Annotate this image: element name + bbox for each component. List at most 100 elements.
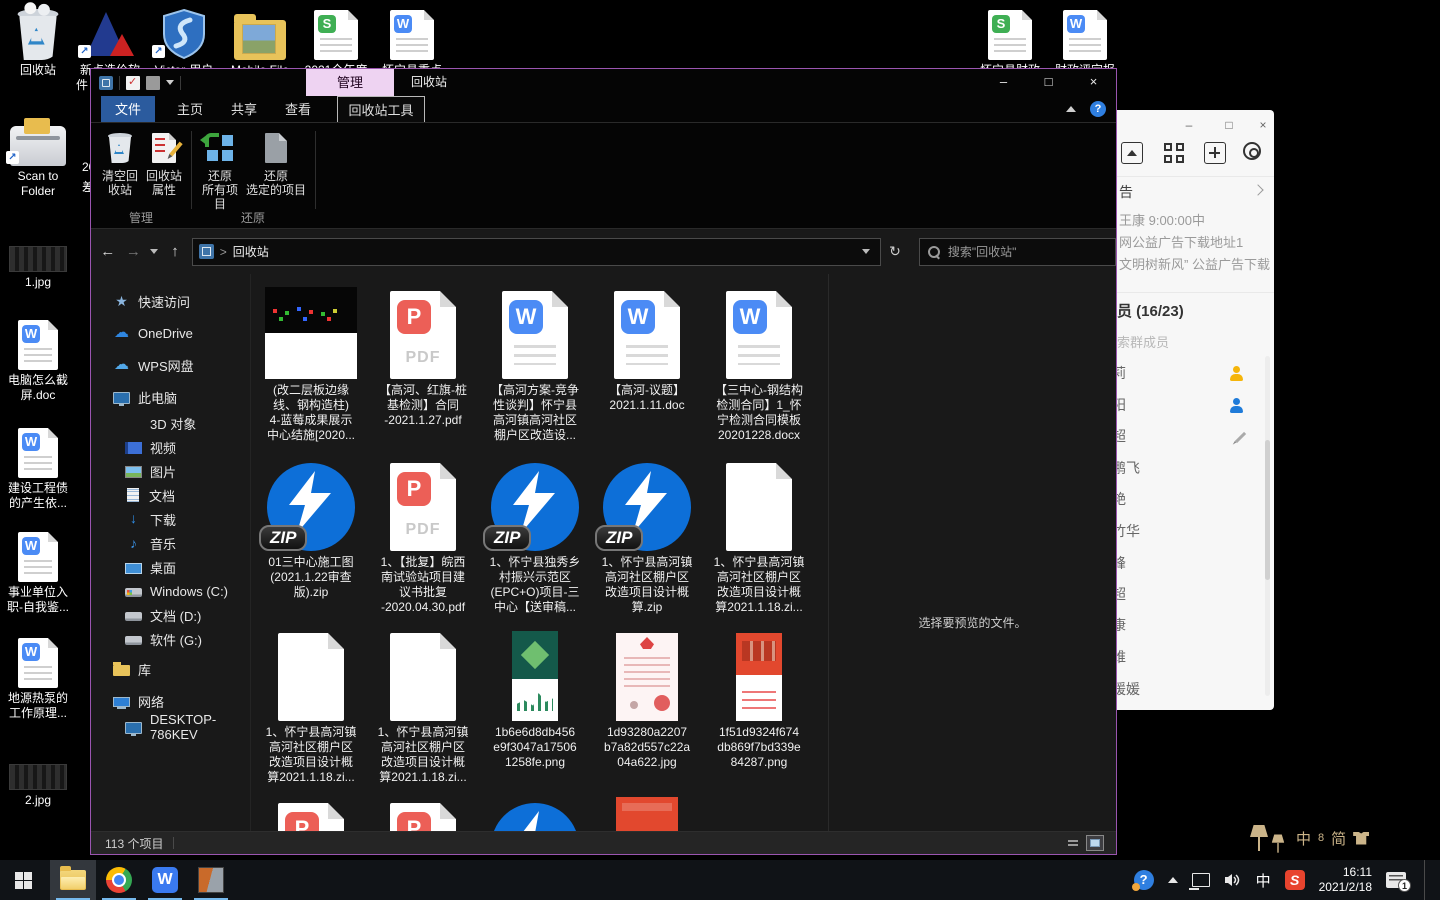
member-row[interactable]: 康 <box>1112 612 1266 638</box>
sidebar-item-documents[interactable]: 文档 <box>125 484 175 506</box>
maximize-button[interactable]: □ <box>1026 69 1071 96</box>
restore-item-icon[interactable] <box>146 76 160 90</box>
chat-scrollbar[interactable] <box>1265 356 1270 696</box>
chat-apps-grid-icon[interactable] <box>1163 142 1185 164</box>
desktop-icon-1jpg[interactable]: 1.jpg <box>4 242 72 290</box>
file-item[interactable]: 【高河、红旗-桩 基检测】合同 -2021.1.27.pdf <box>370 281 476 428</box>
tab-home[interactable]: 主页 <box>163 96 217 122</box>
ime-simplified-indicator[interactable]: 简 <box>1331 828 1346 849</box>
recycle-bin-small-icon[interactable] <box>99 76 113 90</box>
member-row[interactable]: 鹏飞 <box>1112 455 1266 481</box>
sidebar-item-g-drive[interactable]: 软件 (G:) <box>125 628 202 650</box>
file-item[interactable]: 1、怀宁县高河镇 高河社区棚户区 改造项目设计概 算2021.1.18.zi..… <box>258 623 364 785</box>
tab-file[interactable]: 文件 <box>101 96 155 122</box>
chevron-right-icon[interactable] <box>1252 184 1263 195</box>
volume-tray-icon[interactable] <box>1224 872 1242 888</box>
file-item[interactable] <box>594 793 700 831</box>
refresh-icon[interactable]: ↻ <box>889 243 901 260</box>
minimize-button[interactable]: – <box>981 69 1026 96</box>
desktop-icon-2jpg[interactable]: 2.jpg <box>4 760 72 808</box>
sidebar-item-wps-cloud[interactable]: WPS网盘 <box>113 354 194 376</box>
ime-num-indicator[interactable]: 8 <box>1318 832 1324 844</box>
title-bar[interactable]: 管理 回收站 – □ × <box>91 69 1116 96</box>
sidebar-item-quick-access[interactable]: 快速访问 <box>113 290 190 312</box>
member-row[interactable]: 超 <box>1112 423 1266 449</box>
file-item[interactable]: 1d93280a2207 b7a82d557c22a 04a622.jpg <box>594 623 700 770</box>
help-icon[interactable]: ? <box>1090 101 1106 117</box>
up-button[interactable]: ↑ <box>162 243 188 260</box>
restore-all-items-button[interactable]: 还原 所有项目 <box>197 131 243 211</box>
chat-maximize-button[interactable]: □ <box>1218 118 1240 134</box>
file-item[interactable]: 01三中心施工图 (2021.1.22审查 版).zip <box>258 453 364 600</box>
file-item[interactable] <box>258 793 364 831</box>
history-dropdown-icon[interactable] <box>150 249 158 254</box>
file-item[interactable] <box>370 793 476 831</box>
member-row[interactable]: 莉 <box>1112 360 1266 386</box>
details-view-button[interactable] <box>1064 835 1082 851</box>
file-item[interactable]: 1b6e6d8db456 e9f3047a17506 1258fe.png <box>482 623 588 770</box>
ime-mode-chinese[interactable]: 中 <box>1296 828 1311 849</box>
tab-recycle-tools[interactable]: 回收站工具 <box>337 96 425 122</box>
chevron-down-icon[interactable] <box>166 80 174 85</box>
file-item[interactable]: 【三中心-钢结构 检测合同】1_怀 宁检测合同模板 20201228.docx <box>706 281 812 443</box>
restore-selected-items-button[interactable]: 还原 选定的项目 <box>243 131 309 197</box>
desktop-icon-doc3[interactable]: 事业单位入 职-自我鉴... <box>4 528 72 615</box>
show-desktop-button[interactable] <box>1424 860 1430 900</box>
taskbar-photo-app[interactable] <box>188 860 234 900</box>
chat-close-button[interactable]: × <box>1252 118 1274 134</box>
action-center-icon[interactable]: 1 <box>1386 872 1406 888</box>
desktop-icon-doc4[interactable]: 地源热泵的 工作原理... <box>4 634 72 721</box>
member-row[interactable]: 超 <box>1112 581 1266 607</box>
help-tray-icon[interactable]: ? <box>1134 870 1154 890</box>
desktop-icon-doc2[interactable]: 建设工程债 的产生依... <box>4 424 72 511</box>
desktop-icon-recycle-bin[interactable]: 回收站 <box>4 6 72 78</box>
sidebar-item-videos[interactable]: 视频 <box>125 436 176 458</box>
taskbar-wps[interactable] <box>142 860 188 900</box>
chat-settings-gear-icon[interactable] <box>1243 142 1261 160</box>
member-row[interactable]: 艳 <box>1112 486 1266 512</box>
skin-shirt-icon[interactable] <box>1353 832 1369 845</box>
network-tray-icon[interactable] <box>1192 873 1210 887</box>
properties-check-icon[interactable] <box>126 76 140 90</box>
address-bar[interactable]: > 回收站 <box>192 238 881 266</box>
desktop-icon-doc1[interactable]: 电脑怎么截 屏.doc <box>4 316 72 403</box>
sidebar-item-desktop[interactable]: 桌面 <box>125 556 176 578</box>
sidebar-item-network[interactable]: 网络 <box>113 690 164 712</box>
sidebar-item-onedrive[interactable]: OneDrive <box>113 322 193 344</box>
member-row[interactable]: 维 <box>1112 644 1266 670</box>
file-item[interactable]: 【高河方案-竞争 性谈判】怀宁县 高河镇高河社区 棚户区改造设... <box>482 281 588 443</box>
member-row[interactable]: 峰 <box>1112 550 1266 576</box>
taskbar-clock[interactable]: 16:11 2021/2/18 <box>1319 865 1372 895</box>
tray-expand-icon[interactable] <box>1168 877 1178 883</box>
close-button[interactable]: × <box>1071 69 1116 96</box>
context-ribbon-header[interactable]: 管理 <box>306 69 394 96</box>
tab-view[interactable]: 查看 <box>271 96 325 122</box>
sidebar-item-pictures[interactable]: 图片 <box>125 460 176 482</box>
forward-button[interactable]: → <box>121 243 147 260</box>
sidebar-item-libraries[interactable]: 库 <box>113 658 151 680</box>
sidebar-item-3d-objects[interactable]: 3D 对象 <box>125 412 196 434</box>
sidebar-item-desktop-pc[interactable]: DESKTOP-786KEV <box>125 716 250 738</box>
sidebar-item-music[interactable]: 音乐 <box>125 532 176 554</box>
empty-recycle-bin-button[interactable]: 清空回 收站 <box>99 131 141 197</box>
file-item[interactable]: 1f51d9324f674 db869f7bd339e 84287.png <box>706 623 812 770</box>
thumbnail-view-button[interactable] <box>1086 835 1104 851</box>
ime-toolbar[interactable]: 中 8 简 <box>1248 818 1378 858</box>
chat-minimize-button[interactable]: – <box>1178 118 1200 134</box>
file-item[interactable]: 1、怀宁县独秀乡 村振兴示范区 (EPC+O)项目-三 中心【送审稿... <box>482 453 588 615</box>
start-button[interactable] <box>0 860 46 900</box>
taskbar-chrome[interactable] <box>96 860 142 900</box>
file-item[interactable]: 【高河-议题】 2021.1.11.doc <box>594 281 700 413</box>
tab-share[interactable]: 共享 <box>217 96 271 122</box>
chat-add-icon[interactable] <box>1204 142 1226 164</box>
ribbon-collapse-icon[interactable] <box>1066 106 1076 112</box>
chat-panel-icon[interactable] <box>1121 142 1143 164</box>
file-item[interactable]: 1、【批复】皖西 南试验站项目建 议书批复 -2020.04.30.pdf <box>370 453 476 615</box>
sidebar-item-c-drive[interactable]: Windows (C:) <box>125 580 228 602</box>
member-row[interactable]: 媛媛 <box>1112 676 1266 702</box>
sidebar-item-this-pc[interactable]: 此电脑 <box>113 386 177 408</box>
member-row[interactable]: 阳 <box>1112 392 1266 418</box>
chat-member-search[interactable]: 索群成员 <box>1117 332 1169 351</box>
sidebar-item-downloads[interactable]: 下载 <box>125 508 176 530</box>
file-item[interactable]: 1、怀宁县高河镇 高河社区棚户区 改造项目设计概 算2021.1.18.zi..… <box>370 623 476 785</box>
